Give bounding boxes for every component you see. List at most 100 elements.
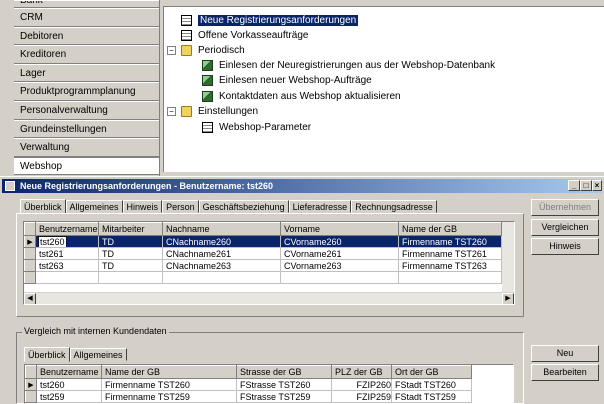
tab-uberblick[interactable]: Überblick <box>24 347 70 362</box>
window-title-bar[interactable]: Neue Registrierungsanforderungen - Benut… <box>2 179 602 193</box>
cell-vorname[interactable]: CVorname261 <box>280 247 399 260</box>
nav-item-debitoren[interactable]: Debitoren <box>14 26 159 46</box>
horizontal-scrollbar[interactable]: ◀ ▶ <box>24 292 514 304</box>
column-header-plz-der-gb[interactable]: PLZ der GB <box>331 365 392 379</box>
cell-name-der-gb[interactable]: Firmenname TST263 <box>398 259 502 272</box>
maximize-button[interactable]: □ <box>580 180 592 191</box>
scroll-left-button[interactable]: ◀ <box>24 293 36 304</box>
nav-item-produktprogrammplanung[interactable]: Produktprogrammplanung <box>14 82 159 101</box>
cell-plz-der-gb[interactable]: FZIP260 <box>331 378 392 391</box>
tab-rechnungsadresse[interactable]: Rechnungsadresse <box>351 200 437 213</box>
column-header-name-der-gb[interactable]: Name der GB <box>398 222 502 236</box>
tree-item-offene-vorkasseauftrage[interactable]: Offene Vorkasseaufträge <box>181 29 308 43</box>
tab-allgemeines[interactable]: Allgemeines <box>69 348 127 361</box>
cell-ort-der-gb[interactable]: FStadt TST260 <box>391 378 472 391</box>
scroll-right-button[interactable]: ▶ <box>502 293 514 304</box>
vergleichen-button[interactable]: Vergleichen <box>531 219 599 236</box>
cell-benutzername[interactable]: tst260 <box>35 235 99 248</box>
cell-nachname[interactable]: CNachname263 <box>162 259 281 272</box>
customer-row[interactable]: tst259 Firmenname TST259 FStrasse TST259 FZ… <box>25 390 472 403</box>
tab-hinweis[interactable]: Hinweis <box>122 200 163 213</box>
vertical-scrollbar[interactable] <box>502 222 514 292</box>
cell-name-der-gb[interactable]: Firmenname TST261 <box>398 247 502 260</box>
run-icon <box>202 90 213 102</box>
cell-nachname[interactable]: CNachname261 <box>162 247 281 260</box>
tab-uberblick[interactable]: Überblick <box>20 199 66 214</box>
column-header-nachname[interactable]: Nachname <box>162 222 281 236</box>
row-indicator[interactable]: ▶ <box>25 378 37 391</box>
registration-row[interactable]: tst263 TD CNachname263 CVorname263 Firmennam… <box>24 259 502 272</box>
minimize-button[interactable]: _ <box>568 180 580 191</box>
cell-name-der-gb[interactable]: Firmenname TST260 <box>101 378 237 391</box>
tab-geschaftsbeziehung[interactable]: Geschäftsbeziehung <box>198 200 289 213</box>
tree-item-label: Periodisch <box>198 45 245 56</box>
neu-button[interactable]: Neu <box>531 345 599 362</box>
hinweis-button[interactable]: Hinweis <box>531 238 599 255</box>
tree-item-label: Einlesen der Neuregistrierungen aus der … <box>219 60 496 71</box>
nav-item-verwaltung[interactable]: Verwaltung <box>14 138 159 157</box>
row-indicator[interactable]: ▶ <box>24 235 36 248</box>
column-header-benutzername[interactable]: Benutzername <box>35 222 99 236</box>
empty-row <box>24 271 502 284</box>
nav-item-personalverwaltung[interactable]: Personalverwaltung <box>14 100 159 120</box>
tree-item-periodisch[interactable]: − Periodisch <box>167 44 245 58</box>
cell-plz-der-gb[interactable]: FZIP259 <box>331 390 392 403</box>
row-indicator[interactable] <box>24 247 36 260</box>
cell-name-der-gb[interactable]: Firmenname TST260 <box>398 235 502 248</box>
tree-item-webshop-parameter[interactable]: Webshop-Parameter <box>202 121 311 135</box>
column-header-mitarbeiter[interactable]: Mitarbeiter <box>98 222 163 236</box>
cell-text: TD <box>102 260 114 271</box>
cell-text: Firmenname TST260 <box>402 236 487 247</box>
tab-allgemeines[interactable]: Allgemeines <box>65 200 123 213</box>
customer-row[interactable]: ▶ tst260 Firmenname TST260 FStrasse TST260 F… <box>25 378 472 391</box>
registration-window: Neue Registrierungsanforderungen - Benut… <box>0 176 604 404</box>
cell-mitarbeiter[interactable]: TD <box>98 247 163 260</box>
row-indicator <box>24 271 36 284</box>
bearbeiten-button[interactable]: Bearbeiten <box>531 364 599 381</box>
collapse-icon[interactable]: − <box>167 45 176 55</box>
nav-item-grundeinstellungen[interactable]: Grundeinstellungen <box>14 119 159 139</box>
cell-vorname[interactable]: CVorname263 <box>280 259 399 272</box>
registration-row[interactable]: tst261 TD CNachname261 CVorname261 Firmennam… <box>24 247 502 260</box>
cell-strasse-der-gb[interactable]: FStrasse TST259 <box>236 390 332 403</box>
empty-cell <box>280 271 399 284</box>
cell-mitarbeiter[interactable]: TD <box>98 259 163 272</box>
cell-name-der-gb[interactable]: Firmenname TST259 <box>101 390 237 403</box>
uebernehmen-button[interactable]: Übernehmen <box>531 199 599 216</box>
tree-item-kontaktdaten-aus-webshop-aktualisieren[interactable]: Kontaktdaten aus Webshop aktualisieren <box>202 90 401 104</box>
nav-item-webshop[interactable]: Webshop <box>14 156 159 176</box>
cell-mitarbeiter[interactable]: TD <box>98 235 163 248</box>
column-header-benutzername[interactable]: Benutzername <box>36 365 102 379</box>
tree-item-neue-registrierungsanforderungen[interactable]: Neue Registrierungsanforderungen <box>181 14 359 28</box>
column-header-ort-der-gb[interactable]: Ort der GB <box>391 365 472 379</box>
cell-nachname[interactable]: CNachname260 <box>162 235 281 248</box>
registration-table: Benutzername Mitarbeiter Nachname Vorname Na… <box>24 222 502 284</box>
row-indicator[interactable] <box>25 390 37 403</box>
cell-benutzername[interactable]: tst260 <box>36 378 102 391</box>
registration-row[interactable]: ▶ tst260 TD CNachname260 CVorname260 Firmenna… <box>24 235 502 248</box>
nav-item-lager[interactable]: Lager <box>14 63 159 83</box>
column-header-name-der-gb[interactable]: Name der GB <box>101 365 237 379</box>
cell-text: FStrasse TST260 <box>240 379 311 390</box>
row-indicator[interactable] <box>24 259 36 272</box>
tree-item-einlesen-der-neuregistrierungen-aus-der-webshop-datenbank[interactable]: Einlesen der Neuregistrierungen aus der … <box>202 59 495 73</box>
close-button[interactable]: × <box>592 180 602 191</box>
cell-benutzername[interactable]: tst263 <box>35 259 99 272</box>
row-indicator-header <box>25 365 37 379</box>
nav-item-bank[interactable]: Bank <box>14 0 159 8</box>
cell-benutzername[interactable]: tst259 <box>36 390 102 403</box>
nav-item-kreditoren[interactable]: Kreditoren <box>14 45 159 64</box>
cell-strasse-der-gb[interactable]: FStrasse TST260 <box>236 378 332 391</box>
tab-person[interactable]: Person <box>162 200 199 213</box>
cell-vorname[interactable]: CVorname260 <box>280 235 399 248</box>
tab-lieferadresse[interactable]: Lieferadresse <box>288 200 352 213</box>
column-header-vorname[interactable]: Vorname <box>280 222 399 236</box>
cell-benutzername[interactable]: tst261 <box>35 247 99 260</box>
nav-item-crm[interactable]: CRM <box>14 8 159 27</box>
tree-item-label: Einlesen neuer Webshop-Aufträge <box>219 75 372 86</box>
tree-item-einstellungen[interactable]: − Einstellungen <box>167 105 258 119</box>
column-header-strasse-der-gb[interactable]: Strasse der GB <box>236 365 332 379</box>
collapse-icon[interactable]: − <box>167 106 176 116</box>
tree-item-einlesen-neuer-webshop-auftrage[interactable]: Einlesen neuer Webshop-Aufträge <box>202 74 372 88</box>
cell-ort-der-gb[interactable]: FStadt TST259 <box>391 390 472 403</box>
